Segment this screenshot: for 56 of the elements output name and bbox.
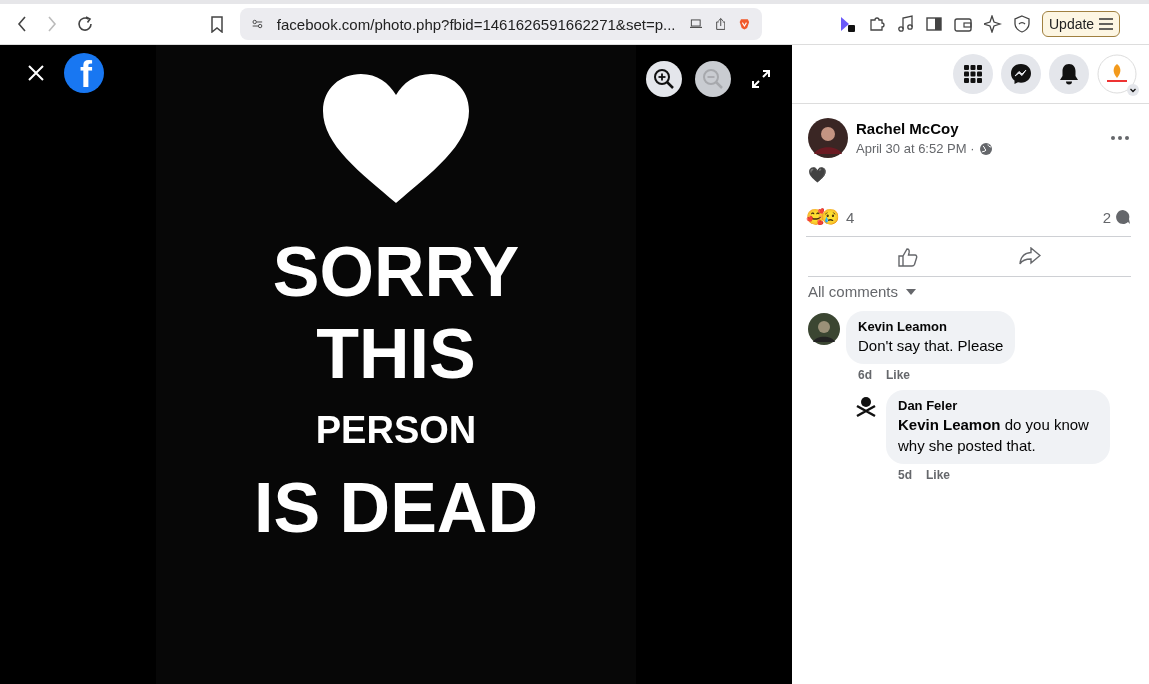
close-icon[interactable]: [27, 64, 45, 82]
share-icon[interactable]: [715, 15, 726, 33]
url-text: facebook.com/photo.php?fbid=1461626591662271&set=p...: [276, 15, 676, 33]
facebook-logo[interactable]: f: [64, 53, 104, 93]
comment-age[interactable]: 6d: [858, 368, 872, 383]
heart-icon: [321, 73, 471, 205]
like-icon[interactable]: [898, 247, 919, 267]
more-options-icon[interactable]: [1111, 136, 1129, 140]
music-note-icon[interactable]: [898, 15, 914, 33]
post-text: 🖤: [808, 166, 828, 184]
comment-text: Kevin Leamon do you know why she posted that.: [898, 415, 1090, 456]
avatar[interactable]: [808, 313, 840, 345]
photo-caption: THIS: [316, 319, 476, 389]
caret-icon[interactable]: [1127, 84, 1139, 96]
author-name[interactable]: Rachel McCoy: [856, 120, 1103, 137]
messenger-icon[interactable]: [1010, 63, 1032, 85]
comment-age[interactable]: 5d: [898, 467, 912, 482]
notifications-button[interactable]: [1049, 54, 1089, 94]
like-link[interactable]: Like: [886, 368, 911, 383]
comment-text: Don't say that. Please: [858, 336, 1004, 356]
commenter-name[interactable]: Dan Feler: [898, 398, 1098, 414]
comment-icon[interactable]: [1115, 209, 1131, 225]
post-time[interactable]: April 30 at 6:52 PM ·: [856, 141, 979, 156]
globe-icon: [980, 142, 993, 155]
cast-icon[interactable]: [689, 17, 702, 31]
photo-caption: IS DEAD: [254, 473, 538, 543]
vpn-shield-icon[interactable]: [1014, 15, 1030, 33]
update-button[interactable]: Update: [1042, 11, 1121, 37]
sparkle-icon[interactable]: [984, 15, 1002, 33]
reload-icon[interactable]: [76, 15, 94, 33]
wallet-icon[interactable]: [954, 16, 972, 32]
photo-caption: PERSON: [315, 411, 477, 449]
fullscreen-icon[interactable]: [752, 70, 770, 88]
messenger-button[interactable]: [1001, 54, 1041, 94]
profile-avatar[interactable]: [1097, 54, 1137, 94]
sidebar-icon[interactable]: [926, 17, 942, 31]
extension-icon[interactable]: [838, 15, 856, 33]
menu-icon[interactable]: [1099, 18, 1114, 30]
photo-caption: SORRY: [272, 237, 520, 307]
puzzle-icon[interactable]: [868, 15, 886, 33]
reaction-count[interactable]: 4: [846, 208, 855, 226]
apps-menu-button[interactable]: [953, 54, 993, 94]
commenter-name[interactable]: Kevin Leamon: [858, 319, 1004, 334]
comment-count[interactable]: 2: [1102, 208, 1111, 226]
share-arrow-icon[interactable]: [1018, 247, 1041, 265]
bookmark-icon[interactable]: [210, 15, 224, 33]
back-icon[interactable]: [16, 16, 28, 32]
site-settings-icon[interactable]: [252, 17, 263, 31]
comment-filter-dropdown[interactable]: All comments: [808, 283, 917, 300]
grid-icon[interactable]: [963, 64, 983, 84]
zoom-in-button[interactable]: [646, 61, 682, 97]
zoom-in-icon[interactable]: [653, 68, 675, 90]
like-link[interactable]: Like: [926, 467, 951, 482]
bell-icon[interactable]: [1059, 63, 1079, 85]
avatar[interactable]: [808, 118, 848, 158]
address-bar[interactable]: facebook.com/photo.php?fbid=1461626591662271&set=p...: [240, 8, 762, 40]
